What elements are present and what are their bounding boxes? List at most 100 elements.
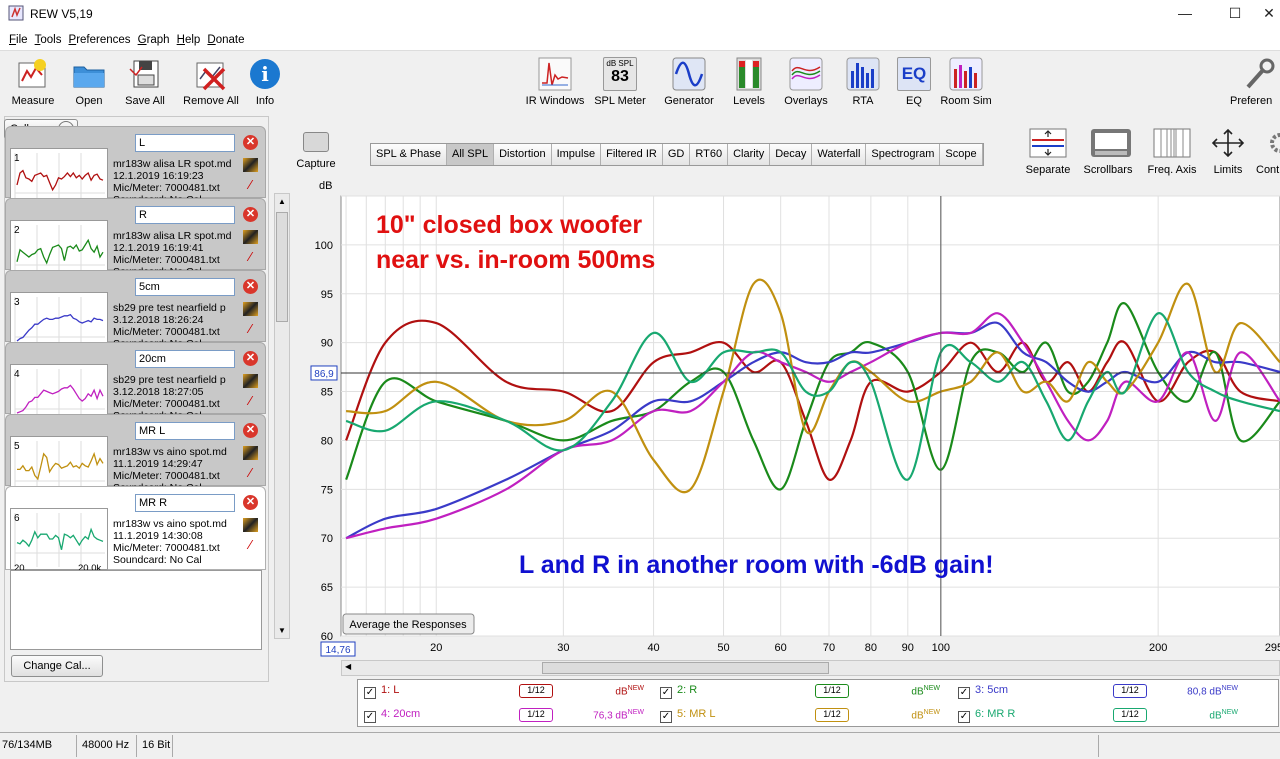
measurement-item[interactable]: 32020,0k5cm✕⁄sb29 pre test nearfield p3.… [5,270,266,358]
pencil-icon[interactable]: ⁄ [243,466,258,480]
tab-decay[interactable]: Decay [770,144,813,165]
tab-distortion[interactable]: Distortion [494,144,552,165]
info-button[interactable]: i Info [248,57,282,107]
tab-filtered-ir[interactable]: Filtered IR [601,144,663,165]
controls-button[interactable]: Cont [1256,128,1280,176]
smoothing-button[interactable]: 1/12 [1113,708,1147,722]
measurement-name-field[interactable]: MR L [135,422,235,440]
legend-checkbox[interactable]: ✓ [660,687,672,699]
graph-horizontal-scrollbar[interactable]: ◀ [341,660,1280,676]
pencil-icon[interactable]: ⁄ [243,538,258,552]
scroll-left-icon[interactable]: ◀ [345,662,351,671]
edit-info-icon[interactable] [243,230,258,244]
smoothing-button[interactable]: 1/12 [1113,684,1147,698]
edit-info-icon[interactable] [243,518,258,532]
legend-checkbox[interactable]: ✓ [958,711,970,723]
legend-checkbox[interactable]: ✓ [364,687,376,699]
cursor-x-readout: 14,76 [325,645,350,656]
smoothing-button[interactable]: 1/12 [519,708,553,722]
spl-graph[interactable]: 100 95 90 85 80 75 70 65 60 20 30 40 50 60 70 80 90 100 20… [290,178,1280,658]
smoothing-button[interactable]: 1/12 [519,684,553,698]
remove-measurement-icon[interactable]: ✕ [243,495,258,510]
change-cal-button[interactable]: Change Cal... [11,655,103,677]
separate-button[interactable]: Separate [1022,128,1074,176]
freq-axis-button[interactable]: Freq. Axis [1144,128,1200,176]
scroll-down-icon[interactable]: ▼ [278,626,286,635]
legend-checkbox[interactable]: ✓ [958,687,970,699]
x-tick-label: 90 [902,642,914,654]
measurement-item[interactable]: 12020,0kL✕⁄mr183w alisa LR spot.md12.1.2… [5,126,266,214]
measure-button[interactable]: Measure [6,57,60,107]
x-tick-label: 20 [430,642,442,654]
pencil-icon[interactable]: ⁄ [243,178,258,192]
spl-meter-button[interactable]: dB SPL 83 SPL Meter [594,57,646,107]
legend-checkbox[interactable]: ✓ [660,711,672,723]
pencil-icon[interactable]: ⁄ [243,394,258,408]
measurement-name-field[interactable]: R [135,206,235,224]
eq-button[interactable]: EQ EQ [896,57,932,107]
open-button[interactable]: Open [66,57,112,107]
remove-all-button[interactable]: Remove All [180,57,242,107]
remove-measurement-icon[interactable]: ✕ [243,135,258,150]
menu-graph[interactable]: Graph [138,30,170,50]
maximize-button[interactable]: ☐ [1212,2,1258,26]
hscroll-thumb[interactable] [542,662,829,674]
measurement-item[interactable]: 42020,0k20cm✕⁄sb29 pre test nearfield p3… [5,342,266,430]
menu-file[interactable]: File [9,30,28,50]
tab-spectrogram[interactable]: Spectrogram [866,144,941,165]
menu-donate[interactable]: Donate [207,30,244,50]
notes-textarea[interactable] [10,570,262,650]
tab-scope[interactable]: Scope [940,144,983,165]
close-button[interactable]: ✕ [1258,2,1280,26]
remove-measurement-icon[interactable]: ✕ [243,423,258,438]
measurement-name-field[interactable]: 20cm [135,350,235,368]
menu-preferences[interactable]: Preferences [69,30,131,50]
preferences-button[interactable]: Preferen [1230,57,1280,107]
scrollbar-thumb[interactable] [276,212,288,322]
edit-info-icon[interactable] [243,158,258,172]
pencil-icon[interactable]: ⁄ [243,322,258,336]
remove-measurement-icon[interactable]: ✕ [243,207,258,222]
remove-measurement-icon[interactable]: ✕ [243,279,258,294]
tab-clarity[interactable]: Clarity [728,144,771,165]
ir-windows-button[interactable]: IR Windows [524,57,586,107]
capture-button[interactable]: Capture [294,132,338,170]
tab-waterfall[interactable]: Waterfall [812,144,867,165]
pencil-icon[interactable]: ⁄ [243,250,258,264]
freq-axis-icon [1153,128,1191,158]
measurement-name-field[interactable]: MR R [135,494,235,512]
save-all-button[interactable]: Save All [120,57,170,107]
tab-all-spl[interactable]: All SPL [447,144,495,165]
limits-button[interactable]: Limits [1208,128,1248,176]
minimize-button[interactable]: — [1162,2,1208,26]
tab-gd[interactable]: GD [662,144,691,165]
room-sim-button[interactable]: Room Sim [940,57,992,107]
scroll-up-icon[interactable]: ▲ [278,197,286,206]
remove-measurement-icon[interactable]: ✕ [243,351,258,366]
legend-checkbox[interactable]: ✓ [364,711,376,723]
measurement-item[interactable]: 6 20 20,0k MR R ✕ ⁄ mr183w vs aino spot.md 11.1… [5,486,266,574]
tab-spl-phase[interactable]: SPL & Phase [371,144,448,165]
smoothing-button[interactable]: 1/12 [815,684,849,698]
folder-icon [72,57,106,91]
menu-help[interactable]: Help [177,30,201,50]
tab-impulse[interactable]: Impulse [551,144,602,165]
edit-info-icon[interactable] [243,446,258,460]
measurement-item[interactable]: 52020,0kMR L✕⁄mr183w vs aino spot.md11.1… [5,414,266,502]
tab-rt60[interactable]: RT60 [690,144,729,165]
menu-tools[interactable]: Tools [35,30,62,50]
levels-button[interactable]: Levels [730,57,768,107]
scrollbars-button[interactable]: Scrollbars [1080,128,1136,176]
edit-info-icon[interactable] [243,302,258,316]
measurement-name-field[interactable]: L [135,134,235,152]
legend-value: 80,8 dBNEW [1187,685,1238,698]
camera-icon [303,132,329,152]
generator-button[interactable]: Generator [662,57,716,107]
measurement-list-scrollbar[interactable]: ▲ ▼ [274,193,290,639]
smoothing-button[interactable]: 1/12 [815,708,849,722]
measurement-item[interactable]: 22020,0kR✕⁄mr183w alisa LR spot.md12.1.2… [5,198,266,286]
overlays-button[interactable]: Overlays [780,57,832,107]
measurement-name-field[interactable]: 5cm [135,278,235,296]
rta-button[interactable]: RTA [846,57,880,107]
edit-info-icon[interactable] [243,374,258,388]
